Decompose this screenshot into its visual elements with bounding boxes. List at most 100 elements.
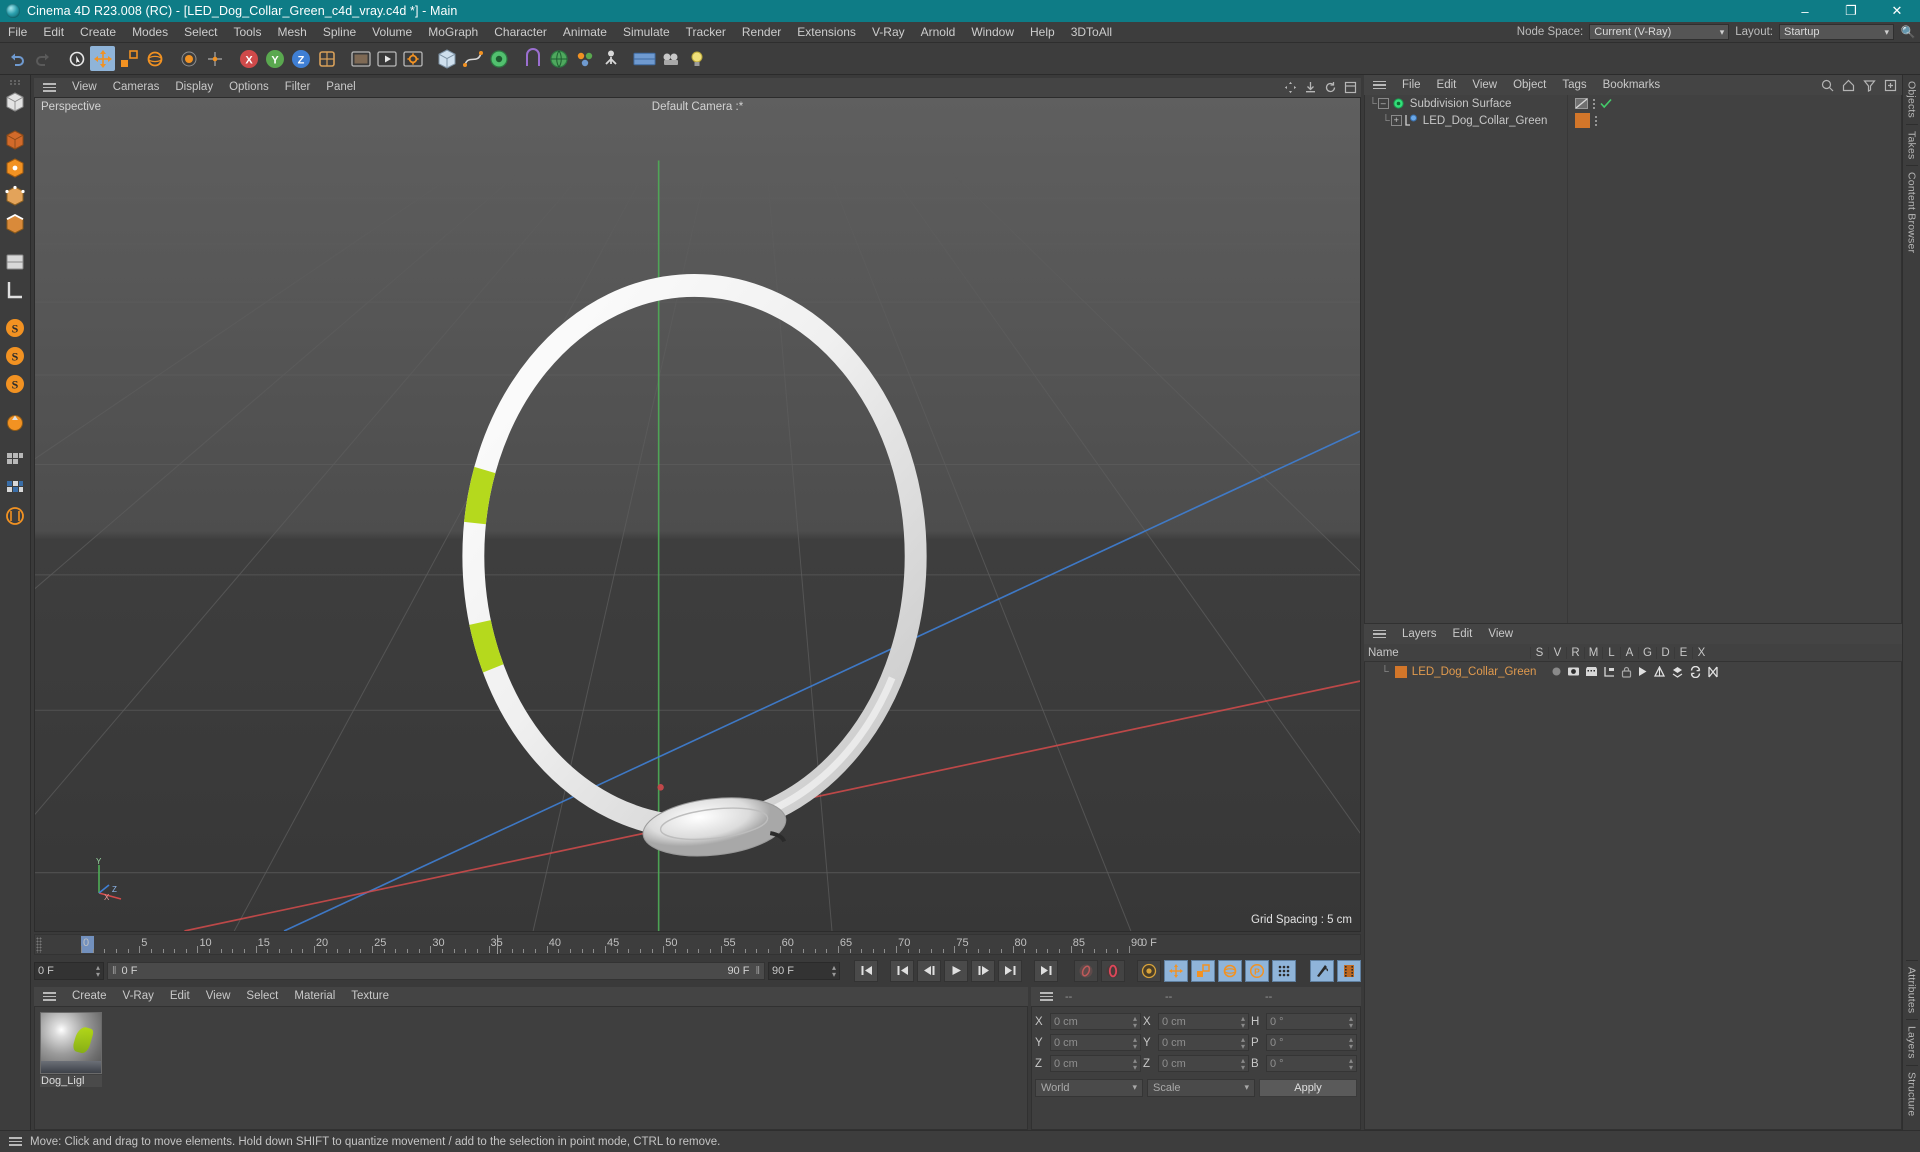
material-menu-texture[interactable]: Texture — [343, 987, 397, 1006]
tab-objects[interactable]: Objects — [1906, 75, 1918, 124]
current-frame-spinner[interactable]: 0 F ▴ ▾ — [34, 961, 104, 980]
menu-simulate[interactable]: Simulate — [615, 22, 678, 43]
palette-drag-handle[interactable] — [5, 77, 25, 87]
spinner-arrows-icon[interactable]: ▴ ▾ — [1349, 1056, 1353, 1071]
viewport-menu-cameras[interactable]: Cameras — [105, 78, 168, 97]
play-button[interactable] — [944, 959, 968, 982]
search-icon[interactable] — [1821, 79, 1834, 92]
render-to-picture-viewer-button[interactable] — [374, 46, 399, 71]
menu-render[interactable]: Render — [734, 22, 789, 43]
filter-icon[interactable] — [1863, 79, 1876, 92]
xref-toggle-icon[interactable] — [1707, 666, 1719, 678]
layer-table-body[interactable]: └ LED_Dog_Collar_Green — [1364, 662, 1902, 1130]
texture-mode-tool[interactable] — [2, 126, 29, 153]
spinner-arrows-icon[interactable]: ▴ ▾ — [1133, 1014, 1137, 1029]
spinner-arrows-icon[interactable]: ▴ ▾ — [1133, 1056, 1137, 1071]
animation-mode-button[interactable] — [1310, 959, 1334, 982]
material-list[interactable]: Dog_Ligl — [34, 1006, 1028, 1130]
maximize-icon[interactable] — [1344, 81, 1357, 94]
menu-edit[interactable]: Edit — [35, 22, 72, 43]
layer-menu-layers[interactable]: Layers — [1394, 625, 1445, 644]
add-scene-node-button[interactable] — [632, 46, 657, 71]
close-button[interactable]: ✕ — [1874, 0, 1920, 22]
undo-button[interactable] — [4, 46, 29, 71]
live-selection-tool[interactable] — [64, 46, 89, 71]
object-menu-bookmarks[interactable]: Bookmarks — [1595, 76, 1669, 95]
menu-mograph[interactable]: MoGraph — [420, 22, 486, 43]
menu-3dtoall[interactable]: 3DToAll — [1063, 22, 1120, 43]
add-cube-button[interactable] — [434, 46, 459, 71]
material-menu-material[interactable]: Material — [286, 987, 343, 1006]
menu-character[interactable]: Character — [486, 22, 555, 43]
lock-x-axis-button[interactable]: X — [236, 46, 261, 71]
viewport-menu-panel[interactable]: Panel — [318, 78, 363, 97]
viewport-3d[interactable]: Perspective Default Camera :* Grid Spaci… — [34, 97, 1361, 932]
lock-z-axis-button[interactable]: Z — [288, 46, 313, 71]
object-menu-edit[interactable]: Edit — [1429, 76, 1465, 95]
enabled-check-icon[interactable] — [1600, 98, 1612, 109]
object-menu-view[interactable]: View — [1464, 76, 1505, 95]
material-menu-vray[interactable]: V-Ray — [115, 987, 162, 1006]
object-row-subdivision-surface[interactable]: └ – Subdivision Surface — [1365, 95, 1901, 112]
menu-window[interactable]: Window — [963, 22, 1022, 43]
rotation-key-button[interactable] — [1218, 959, 1242, 982]
position-y-input[interactable]: 0 cm ▴ ▾ — [1050, 1034, 1141, 1051]
viewport-menu-options[interactable]: Options — [221, 78, 277, 97]
pan-icon[interactable] — [1284, 81, 1297, 94]
coordinate-mode-select[interactable]: Scale ▾ — [1147, 1078, 1255, 1097]
layer-manager-menu-icon[interactable] — [1369, 629, 1389, 639]
menu-modes[interactable]: Modes — [124, 22, 176, 43]
tab-takes[interactable]: Takes — [1905, 124, 1918, 165]
menu-arnold[interactable]: Arnold — [913, 22, 964, 43]
tab-attributes[interactable]: Attributes — [1905, 959, 1918, 1019]
menu-tracker[interactable]: Tracker — [678, 22, 734, 43]
material-menu-view[interactable]: View — [198, 987, 239, 1006]
tab-content-browser[interactable]: Content Browser — [1905, 165, 1918, 259]
move-tool[interactable] — [90, 46, 115, 71]
render-region-tool[interactable] — [2, 474, 29, 501]
workplane-tool[interactable] — [2, 276, 29, 303]
lock-toggle-icon[interactable] — [1621, 666, 1632, 678]
add-camera-button[interactable] — [658, 46, 683, 71]
manager-toggle-icon[interactable] — [1603, 666, 1616, 677]
point-level-animation-button[interactable] — [1272, 959, 1296, 982]
point-mode-tool[interactable] — [2, 182, 29, 209]
rotation-h-input[interactable]: 0 ° ▴ ▾ — [1266, 1013, 1357, 1030]
size-y-input[interactable]: 0 cm ▴ ▾ — [1158, 1034, 1249, 1051]
enable-axis-tool[interactable]: S — [2, 314, 29, 341]
menu-file[interactable]: File — [0, 22, 35, 43]
position-x-input[interactable]: 0 cm ▴ ▾ — [1050, 1013, 1141, 1030]
layer-menu-view[interactable]: View — [1480, 625, 1521, 644]
redo-button[interactable] — [30, 46, 55, 71]
menu-animate[interactable]: Animate — [555, 22, 615, 43]
go-to-previous-key-button[interactable] — [890, 959, 914, 982]
coordinate-system-select[interactable]: World ▾ — [1035, 1078, 1143, 1097]
scale-tool[interactable] — [116, 46, 141, 71]
position-z-input[interactable]: 0 cm ▴ ▾ — [1050, 1055, 1141, 1072]
menu-create[interactable]: Create — [72, 22, 124, 43]
expand-icon[interactable]: – — [1377, 98, 1389, 109]
rotation-b-input[interactable]: 0 ° ▴ ▾ — [1266, 1055, 1357, 1072]
position-lock-tool[interactable] — [176, 46, 201, 71]
render-toggle-icon[interactable] — [1585, 666, 1598, 677]
material-menu-edit[interactable]: Edit — [162, 987, 198, 1006]
timeline-ruler[interactable]: 0 5 10 15 20 25 30 35 40 45 50 55 60 65 70 75 80 85 90 0 F — [34, 934, 1361, 955]
material-menu-select[interactable]: Select — [238, 987, 286, 1006]
add-light-button[interactable] — [684, 46, 709, 71]
dolly-icon[interactable] — [1304, 81, 1317, 94]
viewport-solo-tool[interactable] — [2, 408, 29, 435]
go-to-end-button[interactable] — [1034, 959, 1058, 982]
spinner-arrows-icon[interactable]: ▴ ▾ — [832, 963, 836, 978]
layer-color-swatch[interactable] — [1394, 665, 1407, 678]
menu-extensions[interactable]: Extensions — [789, 22, 864, 43]
object-menu-tags[interactable]: Tags — [1554, 76, 1594, 95]
go-to-next-key-button[interactable] — [998, 959, 1022, 982]
world-object-axis-tool[interactable] — [202, 46, 227, 71]
spinner-arrows-icon[interactable]: ▴ ▾ — [1133, 1035, 1137, 1050]
add-spline-button[interactable] — [460, 46, 485, 71]
maximize-button[interactable]: ❐ — [1828, 0, 1874, 22]
add-bend-deformer-button[interactable] — [520, 46, 545, 71]
add-character-button[interactable] — [598, 46, 623, 71]
minimize-button[interactable]: – — [1782, 0, 1828, 22]
scale-key-button[interactable] — [1191, 959, 1215, 982]
